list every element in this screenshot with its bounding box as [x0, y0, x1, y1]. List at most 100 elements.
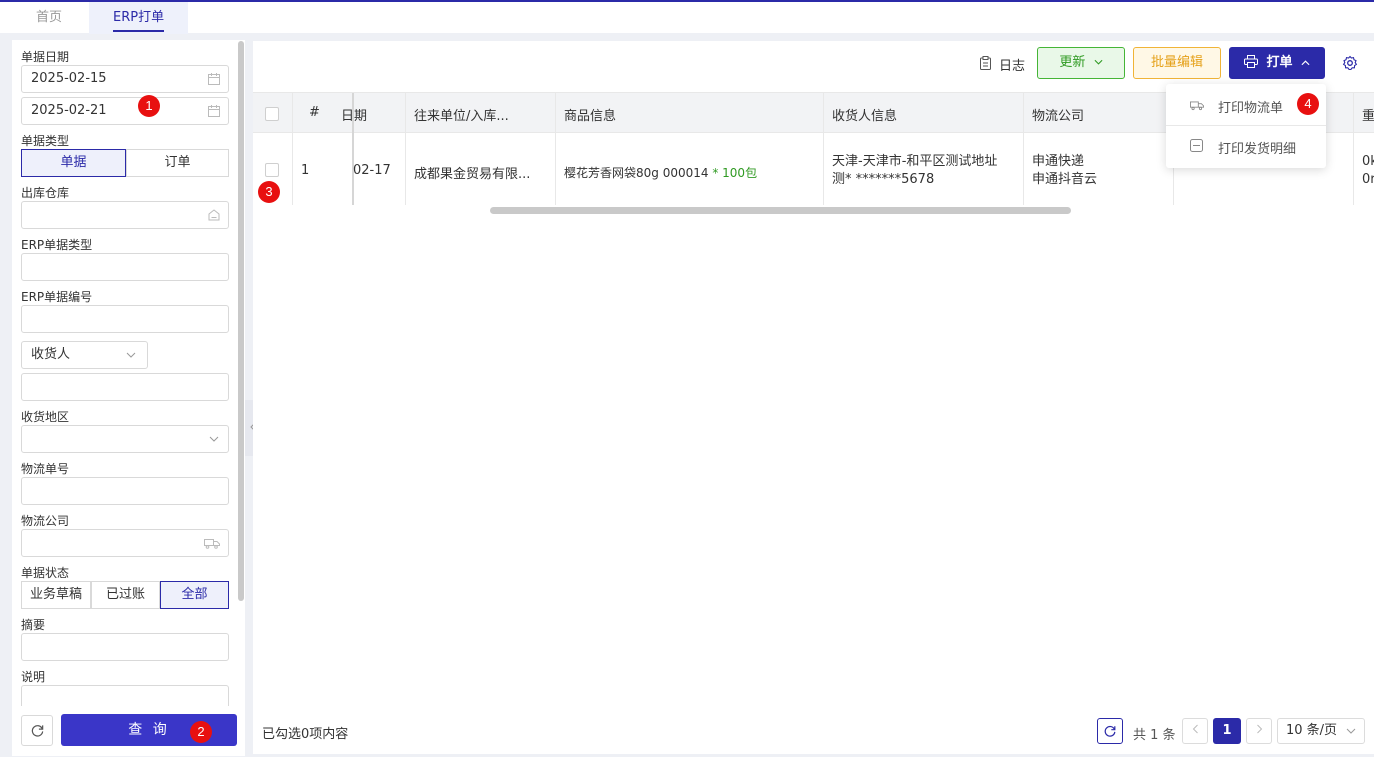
table-refresh-button[interactable]: [1097, 718, 1123, 744]
status-posted[interactable]: 已过账: [91, 581, 160, 609]
update-label: 更新: [1059, 55, 1086, 70]
printer-icon: [1243, 55, 1258, 68]
date-start-value: 2025-02-15: [31, 71, 107, 86]
row-weight: 0k0r: [1362, 153, 1374, 189]
batch-edit-button[interactable]: 批量编辑: [1133, 47, 1221, 79]
doc-date-label: 单据日期: [21, 50, 70, 64]
document-icon: [1190, 139, 1203, 152]
tracking-no-label: 物流单号: [21, 462, 70, 476]
chevron-down-icon: [126, 352, 136, 358]
page-1-button[interactable]: 1: [1213, 718, 1241, 744]
chevron-down-icon: [1094, 59, 1103, 65]
row-index: 1: [301, 163, 310, 178]
logistics-label: 物流公司: [21, 514, 70, 528]
calendar-icon: [208, 73, 220, 85]
chevron-up-icon: [1301, 60, 1310, 66]
status-toggle: 业务草稿 已过账 全部: [21, 581, 229, 609]
date-end-value: 2025-02-21: [31, 103, 107, 118]
row-partner: 成都果金贸易有限...: [414, 167, 531, 182]
log-button[interactable]: 日志: [979, 55, 1025, 74]
row-checkbox[interactable]: [265, 163, 279, 177]
header-logistics: 物流公司: [1032, 109, 1085, 124]
row-receiver-address: 天津-天津市-和平区测试地址: [832, 154, 998, 169]
tab-bar: 首页 ERP打单: [0, 0, 1374, 34]
header-index: #: [309, 105, 320, 120]
menu-print-shipping-detail[interactable]: 打印发货明细: [1166, 126, 1326, 166]
status-label: 单据状态: [21, 566, 70, 580]
next-page-button[interactable]: [1246, 718, 1272, 744]
log-label: 日志: [999, 59, 1026, 74]
row-product-name: 樱花芳香网袋80g 000014: [564, 166, 709, 180]
reset-button[interactable]: [21, 715, 53, 746]
warehouse-input[interactable]: [21, 201, 229, 229]
region-label: 收货地区: [21, 410, 70, 424]
doc-type-toggle: 单据 订单: [21, 149, 229, 177]
warehouse-icon: [208, 209, 220, 221]
header-product: 商品信息: [564, 109, 617, 124]
chevron-down-icon: [209, 436, 219, 442]
filter-scrollbar[interactable]: [237, 41, 245, 601]
update-button[interactable]: 更新: [1037, 47, 1125, 79]
annotation-badge-4: 4: [1297, 93, 1319, 115]
row-logistics-channel: 申通抖音云: [1032, 172, 1098, 187]
col-divider: [555, 93, 556, 205]
truck-icon: [204, 539, 220, 549]
row-date: 02-17: [353, 163, 391, 178]
receiver-select[interactable]: 收货人: [21, 341, 148, 369]
region-select[interactable]: [21, 425, 229, 453]
row-weight-volume: 0r: [1362, 172, 1374, 187]
date-start-input[interactable]: 2025-02-15: [21, 65, 229, 93]
erp-doc-type-input[interactable]: [21, 253, 229, 281]
page-size-value: 10 条/页: [1286, 723, 1338, 738]
truck-icon: [1190, 101, 1204, 111]
col-divider: [405, 93, 406, 205]
row-logistics-company: 申通快递: [1032, 154, 1085, 169]
calendar-icon: [208, 105, 220, 117]
row-receiver: 天津-天津市-和平区测试地址 测* *******5678: [832, 153, 997, 189]
table-horizontal-scrollbar[interactable]: [490, 207, 1071, 214]
col-divider: [1353, 93, 1354, 205]
annotation-badge-1: 1: [138, 95, 160, 117]
note-label: 说明: [21, 670, 46, 684]
header-partner: 往来单位/入库...: [414, 109, 509, 124]
row-product-qty: * 100包: [712, 166, 758, 180]
row-product: 樱花芳香网袋80g 000014 * 100包: [564, 164, 757, 181]
menu-print-shipping-detail-label: 打印发货明细: [1218, 142, 1297, 157]
tab-home[interactable]: 首页: [12, 2, 86, 34]
summary-input[interactable]: [21, 633, 229, 661]
filter-scrollbar-thumb[interactable]: [238, 41, 244, 601]
tab-underline: [113, 30, 165, 32]
chevron-down-icon: [1346, 728, 1356, 734]
tab-erp-print-label: ERP打单: [113, 10, 165, 25]
warehouse-label: 出库仓库: [21, 186, 70, 200]
clipboard-icon: [980, 56, 991, 70]
header-date-text: 日期: [341, 109, 368, 124]
page-size-select[interactable]: 10 条/页: [1277, 718, 1365, 744]
gear-icon[interactable]: [1342, 55, 1358, 71]
logistics-input[interactable]: [21, 529, 229, 557]
status-all[interactable]: 全部: [160, 581, 229, 609]
chevron-right-icon: [1256, 724, 1262, 734]
erp-doc-no-label: ERP单据编号: [21, 290, 93, 304]
chevron-left-icon: [1192, 724, 1198, 734]
tracking-no-input[interactable]: [21, 477, 229, 505]
doc-type-order[interactable]: 订单: [126, 149, 229, 177]
erp-doc-no-input[interactable]: [21, 305, 229, 333]
prev-page-button[interactable]: [1182, 718, 1208, 744]
menu-print-waybill-label: 打印物流单: [1218, 101, 1284, 116]
annotation-badge-3: 3: [258, 181, 280, 203]
tab-erp-print[interactable]: ERP打单: [89, 2, 189, 34]
status-draft[interactable]: 业务草稿: [21, 581, 91, 609]
col-divider: [1023, 93, 1024, 205]
receiver-input[interactable]: [21, 373, 229, 401]
doc-type-doc[interactable]: 单据: [21, 149, 126, 177]
select-all-checkbox[interactable]: [265, 107, 279, 121]
col-divider: [823, 93, 824, 205]
print-button[interactable]: 打单: [1229, 47, 1325, 79]
date-end-input[interactable]: 2025-02-21: [21, 97, 229, 125]
row-weight-value: 0k: [1362, 154, 1374, 169]
summary-label: 摘要: [21, 618, 46, 632]
col-divider: [292, 93, 293, 205]
row-logistics: 申通快递 申通抖音云: [1032, 153, 1097, 189]
refresh-icon: [1104, 725, 1116, 737]
